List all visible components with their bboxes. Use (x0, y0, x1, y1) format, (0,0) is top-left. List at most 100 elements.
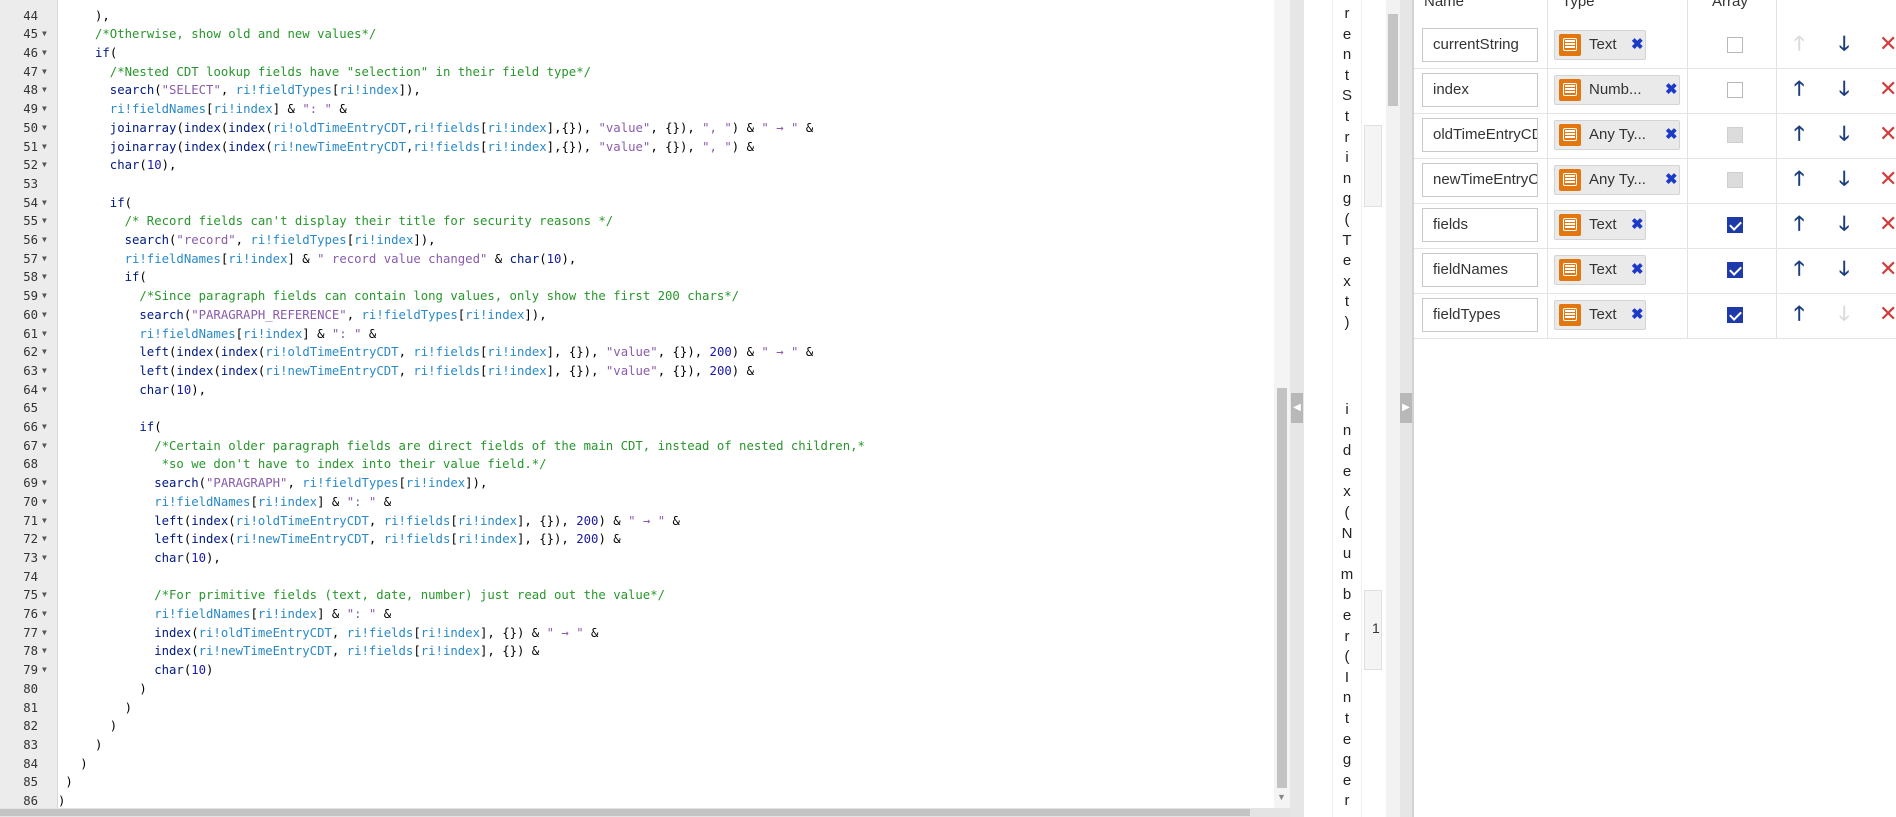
code-text[interactable]: char(10) (154, 661, 213, 680)
code-text[interactable]: joinarray(index(index(ri!oldTimeEntryCDT… (110, 119, 813, 138)
code-text[interactable]: search("PARAGRAPH", ri!fieldTypes[ri!ind… (154, 474, 487, 493)
code-text[interactable]: left(index(ri!oldTimeEntryCDT, ri!fields… (154, 512, 680, 531)
code-text[interactable]: char(10), (139, 381, 206, 400)
code-text[interactable]: ri!fieldNames[ri!index] & ": " & (110, 100, 347, 119)
code-text[interactable]: ri!fieldNames[ri!index] & ": " & (154, 493, 391, 512)
code-line[interactable]: 59 ▼ /*Since paragraph fields can contain … (0, 287, 1270, 306)
code-text[interactable]: ) (110, 717, 117, 736)
code-text[interactable]: search("PARAGRAPH_REFERENCE", ri!fieldTy… (139, 306, 546, 325)
delete-input-icon[interactable]: ✕ (1879, 121, 1896, 147)
code-text[interactable]: ri!fieldNames[ri!index] & ": " & (139, 325, 376, 344)
delete-input-icon[interactable]: ✕ (1879, 256, 1896, 282)
move-up-arrow-icon[interactable]: 🡑 (1794, 212, 1804, 236)
code-line[interactable]: 61 ▼ ri!fieldNames[ri!index] & ": " & (0, 325, 1270, 344)
fold-toggle-icon[interactable]: ▼ (42, 418, 47, 437)
middle-scroll-thumb[interactable] (1388, 14, 1398, 106)
fold-toggle-icon[interactable]: ▼ (42, 624, 47, 643)
delete-input-icon[interactable]: ✕ (1879, 76, 1896, 102)
code-line[interactable]: 64 ▼ char(10), (0, 381, 1270, 400)
code-text[interactable]: if( (110, 194, 132, 213)
delete-input-icon[interactable]: ✕ (1879, 166, 1896, 192)
code-text[interactable]: if( (139, 418, 161, 437)
code-text[interactable]: left(index(ri!newTimeEntryCDT, ri!fields… (154, 530, 621, 549)
scroll-down-arrow-icon[interactable]: ▼ (1277, 792, 1286, 802)
code-line[interactable]: 45 ▼ /*Otherwise, show old and new values*… (0, 25, 1270, 44)
delete-input-icon[interactable]: ✕ (1879, 211, 1896, 237)
code-text[interactable]: left(index(index(ri!oldTimeEntryCDT, ri!… (139, 343, 813, 362)
code-line[interactable]: 49 ▼ ri!fieldNames[ri!index] & ": " & (0, 100, 1270, 119)
code-text[interactable]: if( (95, 44, 117, 63)
array-checkbox[interactable] (1727, 307, 1743, 323)
editor-scroll-thumb[interactable] (1277, 388, 1287, 788)
middle-panel-scrollbar[interactable] (1386, 0, 1400, 817)
editor-horizontal-scrollbar[interactable] (0, 808, 1290, 817)
array-checkbox[interactable] (1727, 262, 1743, 278)
code-line[interactable]: 75 ▼ /*For primitive fields (text, date, n… (0, 586, 1270, 605)
code-line[interactable]: 50 ▼ joinarray(index(index(ri!oldTimeEntry… (0, 119, 1270, 138)
code-text[interactable]: /* Record fields can't display their tit… (125, 212, 614, 231)
code-text[interactable]: left(index(index(ri!newTimeEntryCDT, ri!… (139, 362, 754, 381)
move-up-arrow-icon[interactable]: 🡑 (1794, 167, 1804, 191)
move-up-arrow-icon[interactable]: 🡑 (1794, 122, 1804, 146)
move-down-arrow-icon[interactable]: 🡓 (1839, 167, 1849, 191)
fold-toggle-icon[interactable]: ▼ (42, 474, 47, 493)
code-line[interactable]: 65 (0, 399, 1270, 418)
code-line[interactable]: 53 (0, 175, 1270, 194)
fold-toggle-icon[interactable]: ▼ (42, 287, 47, 306)
code-line[interactable]: 69 ▼ search("PARAGRAPH", ri!fieldTypes[ri!… (0, 474, 1270, 493)
code-line[interactable]: 56 ▼ search("record", ri!fieldTypes[ri!ind… (0, 231, 1270, 250)
move-up-arrow-icon[interactable]: 🡑 (1794, 77, 1804, 101)
rule-input-name-field[interactable]: newTimeEntryCDT (1422, 163, 1538, 197)
code-line[interactable]: 72 ▼ left(index(ri!newTimeEntryCDT, ri!fie… (0, 530, 1270, 549)
type-chip[interactable]: Text ✖ (1554, 30, 1646, 60)
move-up-arrow-icon[interactable]: 🡑 (1794, 302, 1804, 326)
type-chip[interactable]: Any Ty... ✖ (1554, 165, 1680, 195)
remove-type-icon[interactable]: ✖ (1631, 301, 1644, 329)
code-line[interactable]: 46 ▼ if( (0, 44, 1270, 63)
code-text[interactable]: search("SELECT", ri!fieldTypes[ri!index]… (110, 81, 421, 100)
remove-type-icon[interactable]: ✖ (1665, 166, 1678, 194)
code-line[interactable]: 62 ▼ left(index(index(ri!oldTimeEntryCDT, … (0, 343, 1270, 362)
code-line[interactable]: 81) (0, 699, 1270, 718)
current-string-value-box[interactable] (1364, 125, 1382, 207)
code-text[interactable]: index(ri!oldTimeEntryCDT, ri!fields[ri!i… (154, 624, 598, 643)
fold-toggle-icon[interactable]: ▼ (42, 250, 47, 269)
rule-input-name-field[interactable]: index (1422, 73, 1538, 107)
code-line[interactable]: 67 ▼ /*Certain older paragraph fields are … (0, 437, 1270, 456)
array-checkbox[interactable] (1727, 217, 1743, 233)
code-text[interactable]: char(10), (110, 156, 177, 175)
code-line[interactable]: 51 ▼ joinarray(index(index(ri!newTimeEntry… (0, 138, 1270, 157)
move-down-arrow-icon[interactable]: 🡓 (1839, 77, 1849, 101)
fold-toggle-icon[interactable]: ▼ (42, 44, 47, 63)
code-line[interactable]: 55 ▼ /* Record fields can't display their … (0, 212, 1270, 231)
editor-vertical-scrollbar[interactable]: ▼ (1274, 0, 1290, 808)
type-chip[interactable]: Numb... ✖ (1554, 75, 1680, 105)
rule-input-name-field[interactable]: fieldNames (1422, 253, 1538, 287)
remove-type-icon[interactable]: ✖ (1665, 121, 1678, 149)
code-line[interactable]: 48 ▼ search("SELECT", ri!fieldTypes[ri!ind… (0, 81, 1270, 100)
fold-toggle-icon[interactable]: ▼ (42, 25, 47, 44)
code-line[interactable]: 60 ▼ search("PARAGRAPH_REFERENCE", ri!fiel… (0, 306, 1270, 325)
fold-toggle-icon[interactable]: ▼ (42, 306, 47, 325)
code-text[interactable]: ) (80, 755, 87, 774)
code-text[interactable]: ) (139, 680, 146, 699)
fold-toggle-icon[interactable]: ▼ (42, 437, 47, 456)
code-line[interactable]: 78 ▼ index(ri!newTimeEntryCDT, ri!fields[r… (0, 642, 1270, 661)
move-down-arrow-icon[interactable]: 🡓 (1839, 212, 1849, 236)
code-text[interactable]: ) (65, 773, 72, 792)
move-down-arrow-icon[interactable]: 🡓 (1839, 122, 1849, 146)
fold-toggle-icon[interactable]: ▼ (42, 512, 47, 531)
type-chip[interactable]: Text ✖ (1554, 300, 1646, 330)
delete-input-icon[interactable]: ✕ (1879, 301, 1896, 327)
code-line[interactable]: 85) (0, 773, 1270, 792)
code-line[interactable]: 83) (0, 736, 1270, 755)
code-text[interactable]: ri!fieldNames[ri!index] & ": " & (154, 605, 391, 624)
fold-toggle-icon[interactable]: ▼ (42, 530, 47, 549)
move-down-arrow-icon[interactable]: 🡓 (1839, 257, 1849, 281)
fold-toggle-icon[interactable]: ▼ (42, 493, 47, 512)
fold-toggle-icon[interactable]: ▼ (42, 81, 47, 100)
code-text[interactable]: search("record", ri!fieldTypes[ri!index]… (125, 231, 436, 250)
code-line[interactable]: 80) (0, 680, 1270, 699)
editor-horizontal-scroll-thumb[interactable] (0, 809, 1250, 816)
fold-toggle-icon[interactable]: ▼ (42, 586, 47, 605)
